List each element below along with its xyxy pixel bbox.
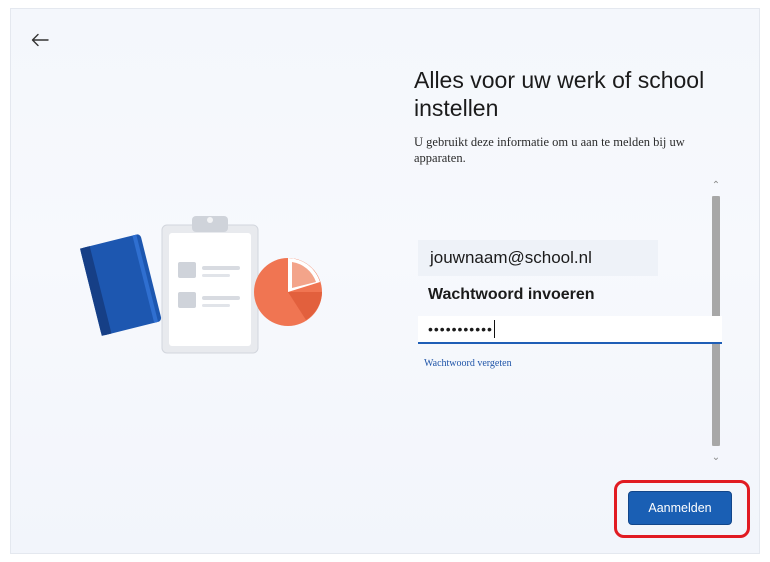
signin-button[interactable]: Aanmelden bbox=[628, 491, 732, 525]
page-title: Alles voor uw werk of school instellen bbox=[414, 67, 705, 121]
email-display: jouwnaam@school.nl bbox=[418, 240, 658, 276]
clipboard-icon bbox=[161, 216, 259, 354]
password-mask: ••••••••••• bbox=[428, 321, 493, 337]
forgot-password-link[interactable]: Wachtwoord vergeten bbox=[424, 358, 512, 369]
back-button[interactable] bbox=[27, 27, 53, 53]
arrow-left-icon bbox=[31, 33, 49, 47]
text-caret bbox=[493, 320, 496, 338]
password-field[interactable]: ••••••••••• bbox=[418, 316, 722, 344]
page-description: U gebruikt deze informatie om u aan te m… bbox=[414, 135, 685, 165]
chevron-up-icon[interactable]: ⌃ bbox=[708, 178, 724, 192]
password-label: Wachtwoord invoeren bbox=[428, 286, 595, 303]
notebook-icon bbox=[80, 234, 162, 336]
chevron-down-icon[interactable]: ⌄ bbox=[708, 450, 724, 464]
pie-chart-icon bbox=[254, 258, 322, 326]
setup-illustration bbox=[80, 216, 322, 354]
